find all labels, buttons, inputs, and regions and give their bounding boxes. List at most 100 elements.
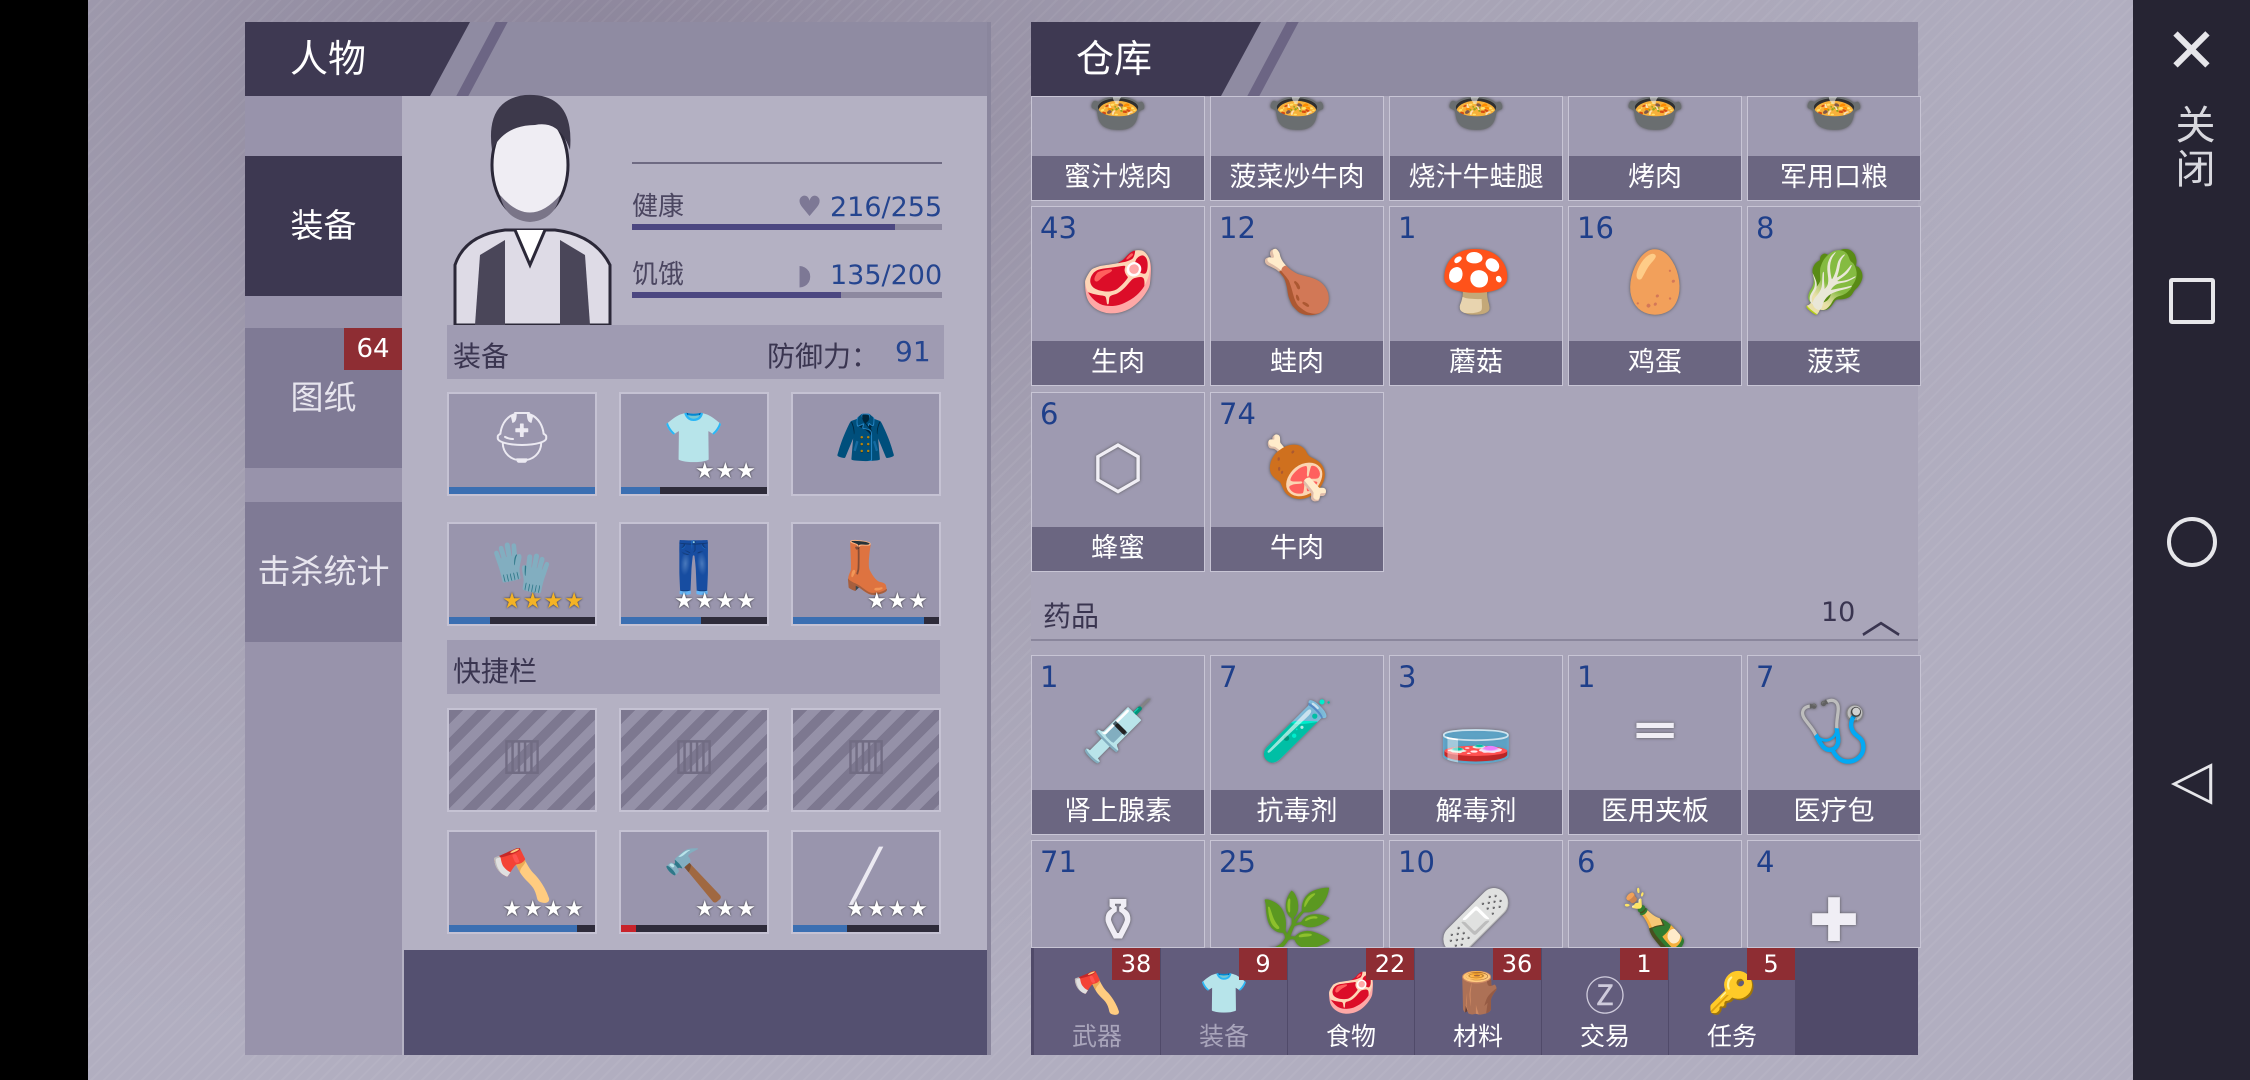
lock-fence-icon: ▥ — [501, 728, 543, 780]
category-tab[interactable]: 🥩 22 食物 — [1288, 948, 1414, 1055]
item-cell[interactable]: 71 ⚱ — [1031, 840, 1205, 948]
tab-label: 交易 — [1579, 1022, 1630, 1051]
health-bar-fill — [632, 224, 895, 230]
equipment-slot[interactable]: 👖 ★★★★ — [619, 522, 769, 626]
item-cell[interactable]: 16 🥚 鸡蛋 — [1568, 206, 1742, 386]
item-count: 1 — [1577, 660, 1596, 694]
item-count: 71 — [1040, 845, 1077, 879]
food-dish-icon: 🍲 — [1625, 96, 1685, 136]
hunger-label: 饥饿 — [632, 260, 685, 290]
item-cell[interactable]: 25 🌿 — [1210, 840, 1384, 948]
category-tab[interactable]: 🪵 36 材料 — [1415, 948, 1541, 1055]
item-cell[interactable]: 1 💉 肾上腺素 — [1031, 655, 1205, 835]
category-tab[interactable]: 🔑 5 任务 — [1669, 948, 1795, 1055]
tab-badge: 38 — [1112, 948, 1160, 980]
bandage-icon: 🩹 — [1438, 886, 1514, 948]
item-cell[interactable]: 6 ⬡ 蜂蜜 — [1031, 392, 1205, 572]
equipment-slot[interactable]: 🧥 — [791, 392, 941, 496]
first-aid-icon: ✚ — [1808, 885, 1860, 948]
item-cell[interactable]: 🍲 菠菜炒牛肉 — [1210, 96, 1384, 201]
item-label: 肾上腺素 — [1032, 790, 1204, 834]
item-label: 蛙肉 — [1211, 341, 1383, 385]
item-cell[interactable]: 8 🥬 菠菜 — [1747, 206, 1921, 386]
item-count: 74 — [1219, 397, 1256, 431]
durability-bar — [793, 617, 939, 624]
quickbar-slot[interactable]: ╱ ★★★★ — [791, 830, 941, 934]
system-navbar: ✕ 关闭 ◁ — [2133, 0, 2250, 1080]
item-cell[interactable]: 10 🩹 — [1389, 840, 1563, 948]
rating-stars: ★★★ — [694, 459, 757, 484]
equipment-slot[interactable]: 👢 ★★★ — [791, 522, 941, 626]
tab-kill-stats[interactable]: 击杀统计 — [245, 502, 402, 642]
quickbar-section-header: 快捷栏 — [447, 640, 940, 694]
item-label: 牛肉 — [1211, 527, 1383, 571]
category-tab[interactable]: 🪓 38 武器 — [1034, 948, 1160, 1055]
item-count: 7 — [1219, 660, 1238, 694]
vial-icon: 🧪 — [1259, 696, 1335, 767]
stomach-icon: ◗ — [797, 258, 812, 291]
durability-fill — [449, 487, 595, 494]
locked-slot: ▥ — [619, 708, 769, 812]
tab-equipment[interactable]: 装备 — [245, 156, 402, 296]
durability-bar — [449, 925, 595, 932]
durability-fill — [793, 617, 925, 624]
durability-fill — [621, 925, 636, 932]
equipment-slot[interactable]: 👕 ★★★ — [619, 392, 769, 496]
equipment-slot[interactable]: ⛑ — [447, 392, 597, 496]
item-cell[interactable]: 4 ✚ — [1747, 840, 1921, 948]
item-count: 1 — [1040, 660, 1059, 694]
tab-label: 任务 — [1706, 1022, 1757, 1051]
item-label: 抗毒剂 — [1211, 790, 1383, 834]
home-circle-icon[interactable] — [2166, 517, 2217, 567]
frog-leg-icon: 🍗 — [1259, 247, 1335, 318]
warehouse-header: 仓库 — [1031, 22, 1918, 96]
tab-badge: 22 — [1366, 948, 1414, 980]
item-cell[interactable]: 7 🩺 医疗包 — [1747, 655, 1921, 835]
item-cell[interactable]: 12 🍗 蛙肉 — [1210, 206, 1384, 386]
heart-icon: ♥ — [797, 190, 823, 223]
quickbar-slot[interactable]: 🪓 ★★★★ — [447, 830, 597, 934]
item-cell[interactable]: 🍲 烧汁牛蛙腿 — [1389, 96, 1563, 201]
durability-fill — [793, 925, 848, 932]
item-cell[interactable]: 🍲 烤肉 — [1568, 96, 1742, 201]
item-cell[interactable]: 3 🧫 解毒剂 — [1389, 655, 1563, 835]
category-tab[interactable]: Ⓩ 1 交易 — [1542, 948, 1668, 1055]
herb-icon: 🌿 — [1259, 886, 1335, 948]
item-cell[interactable]: 43 🥩 生肉 — [1031, 206, 1205, 386]
close-label[interactable]: 关闭 — [2163, 104, 2221, 192]
durability-fill — [449, 617, 490, 624]
item-cell[interactable]: 6 🍾 — [1568, 840, 1742, 948]
chevron-up-icon[interactable]: ︿ — [1861, 587, 1901, 645]
item-label: 生肉 — [1032, 341, 1204, 385]
coin-icon: Ⓩ — [1585, 973, 1625, 1020]
tab-blueprints[interactable]: 图纸 64 — [245, 328, 402, 468]
rating-stars: ★★★★ — [502, 897, 585, 922]
tab-label: 装备 — [1198, 1022, 1249, 1051]
item-cell[interactable]: 🍲 蜜汁烧肉 — [1031, 96, 1205, 201]
item-cell[interactable]: 7 🧪 抗毒剂 — [1210, 655, 1384, 835]
tab-equipment-label: 装备 — [290, 206, 357, 245]
medkit-icon: 🩺 — [1796, 696, 1872, 767]
item-cell[interactable]: 🍲 军用口粮 — [1747, 96, 1921, 201]
tab-label: 食物 — [1325, 1022, 1376, 1051]
durability-fill — [449, 925, 578, 932]
quickbar-label: 快捷栏 — [453, 655, 538, 688]
medicine-section-header[interactable]: 药品 10 ︿ — [1031, 585, 1918, 643]
quickbar-slot[interactable]: 🔨 ★★★ — [619, 830, 769, 934]
equipment-slot[interactable]: 🧤 ★★★★ — [447, 522, 597, 626]
spinach-icon: 🥬 — [1796, 247, 1872, 318]
item-cell[interactable]: 1 🍄 蘑菇 — [1389, 206, 1563, 386]
item-cell[interactable]: 74 🍖 牛肉 — [1210, 392, 1384, 572]
item-count: 43 — [1040, 211, 1077, 245]
item-cell[interactable]: 1 ═ 医用夹板 — [1568, 655, 1742, 835]
back-triangle-icon[interactable]: ◁ — [2171, 748, 2213, 811]
close-icon[interactable]: ✕ — [2166, 14, 2218, 87]
category-tab[interactable]: 👕 9 装备 — [1161, 948, 1287, 1055]
food-dish-icon: 🍲 — [1804, 96, 1864, 136]
recents-square-icon[interactable] — [2168, 278, 2215, 324]
health-value: 216/255 — [830, 192, 943, 223]
item-label: 解毒剂 — [1390, 790, 1562, 834]
tab-label: 材料 — [1452, 1022, 1503, 1051]
item-count: 4 — [1756, 845, 1775, 879]
item-count: 12 — [1219, 211, 1256, 245]
